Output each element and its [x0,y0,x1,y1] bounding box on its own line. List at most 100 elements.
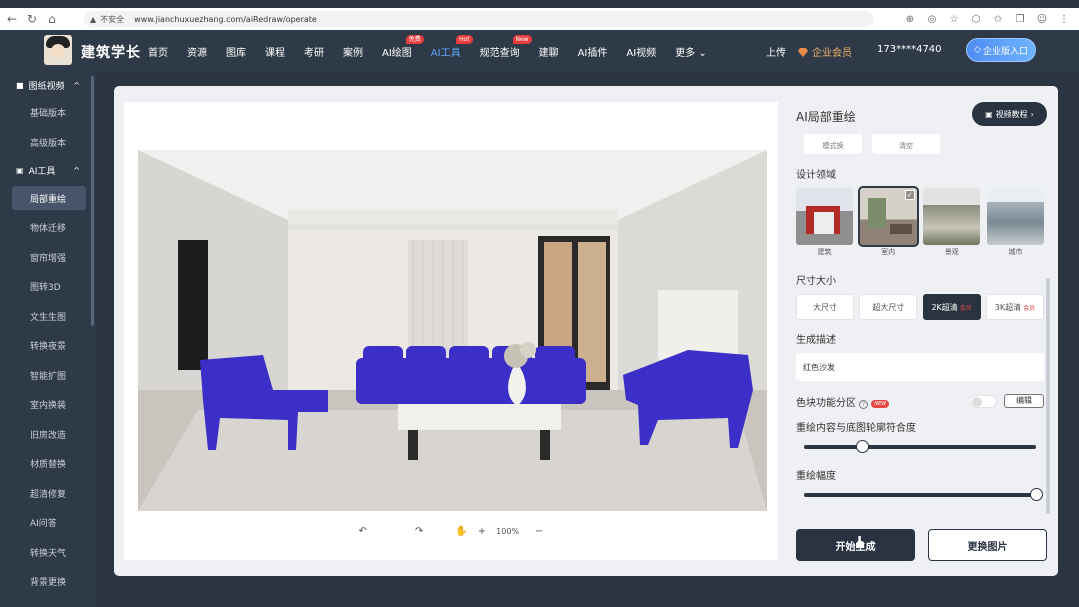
fit-slider[interactable] [804,440,1036,453]
sidebar-item[interactable]: 物体迁移 [0,213,96,243]
zoom-out-icon[interactable]: − [535,526,543,537]
upload-link[interactable]: 上传 [766,44,786,59]
avatar-logo[interactable] [44,35,72,65]
sidebar-item[interactable]: 智能扩图 [0,361,96,391]
domain-label-text: 室内 [881,248,896,256]
nav-label: 规范查询 [479,47,520,59]
nav-item[interactable]: 资源 [187,44,207,59]
sidebar-item[interactable]: 超清修复 [0,479,96,509]
generate-button[interactable]: 开始生成 [796,529,915,561]
sidebar-section-ai[interactable]: ▣ AI工具 ^ [0,157,96,183]
star-icon[interactable]: ☆ [943,14,965,25]
redo-icon[interactable]: ↷ [415,526,423,537]
nav-item[interactable]: 规范查询 New [479,34,532,59]
reload-icon[interactable]: ↻ [24,12,40,26]
sidebar-item[interactable]: 转换夜景 [0,331,96,361]
strength-slider-knob[interactable] [1030,488,1043,501]
enterprise-label: 企业版入口 [982,46,1028,57]
zoom-in-icon[interactable]: + [478,526,486,537]
color-zone-toggle[interactable] [970,395,997,408]
domain-landscape[interactable]: 景观 [923,188,981,260]
nav-label: 更多 [675,47,696,59]
hand-icon[interactable]: ✋ [455,526,467,537]
edit-button[interactable]: 编辑 [1004,394,1044,408]
interior-image [138,150,767,511]
size-options: 大尺寸 超大尺寸 2K超清 会员 3K超清 会员 [796,294,1044,320]
nav-item[interactable]: 更多 ⌄ [675,44,707,59]
sidebar-scrollbar[interactable] [91,76,94,326]
size-3k[interactable]: 3K超清 会员 [985,294,1044,320]
nav-item[interactable]: AI绘图 免费 [382,34,424,59]
sidebar-item[interactable]: 室内换装 [0,390,96,420]
back-icon[interactable]: ← [4,12,20,26]
extension-icon[interactable]: ⬡ [965,14,987,25]
sidebar-item[interactable]: 材质替换 [0,449,96,479]
nav-item[interactable]: AI插件 [578,44,608,59]
sidebar-item[interactable]: 背景更换 [0,567,96,597]
address-bar[interactable]: ▲ 不安全 www.jianchuxuezhang.com/aiRedraw/o… [84,11,874,27]
nav-item[interactable]: 图库 [226,44,246,59]
diamond-icon [798,48,808,57]
tutorial-button[interactable]: ▣ 视频教程 › [972,102,1047,126]
size-2k[interactable]: 2K超清 会员 [922,294,981,320]
favorites-icon[interactable]: ✩ [987,14,1009,25]
sidebar-item[interactable]: 局部重绘 [12,186,86,210]
section-label: 图纸视频 [28,81,65,92]
nav-item[interactable]: AI视频 [626,44,656,59]
nav-item[interactable]: 建聊 [539,44,559,59]
nav-item[interactable]: 考研 [304,44,324,59]
size-xlarge[interactable]: 超大尺寸 [859,294,918,320]
brand-name[interactable]: 建筑学长 [81,42,141,62]
url-text: www.jianchuxuezhang.com/aiRedraw/operate [134,14,317,24]
section-video-list: 基础版本 高级版本 [0,98,96,157]
description-input[interactable]: 红色沙发 [796,353,1044,381]
change-image-button[interactable]: 更换图片 [928,529,1047,561]
fit-slider-knob[interactable] [856,440,869,453]
sidebar-item[interactable]: AI问答 [0,508,96,538]
size-large[interactable]: 大尺寸 [796,294,854,320]
sidebar-item[interactable]: 高级版本 [0,128,96,158]
nav-item[interactable]: 案例 [343,44,363,59]
nav-item[interactable]: AI工具 Hot [431,34,473,59]
strength-slider[interactable] [804,488,1043,501]
domain-thumb [796,188,853,245]
chip-label: 模式换 [822,142,844,150]
section-label: AI工具 [28,166,56,177]
profile-icon[interactable]: ☺ [1031,14,1053,25]
fit-label: 重绘内容与底图轮廓符合度 [796,423,916,434]
help-icon[interactable]: ? [859,400,869,409]
sidebar-item[interactable]: 文生生图 [0,302,96,332]
new-tag: NEW [871,400,890,408]
domain-interior[interactable]: ✓ 室内 [857,186,919,260]
user-phone[interactable]: 173****4740 [877,44,942,55]
sidebar-item[interactable]: 基础版本 [0,98,96,128]
sidebar-item[interactable]: 图转3D [0,272,96,302]
sidebar-item[interactable]: 旧房改造 [0,420,96,450]
nav-item[interactable]: 课程 [265,44,285,59]
undo-icon[interactable]: ↶ [359,526,367,537]
check-icon: ✓ [904,190,915,200]
nav-item[interactable]: 首页 [148,44,168,59]
domain-architecture[interactable]: 建筑 [796,188,853,260]
zoom-icon[interactable]: ⊕ [899,14,921,25]
sidebar: ■ 图纸视频 ^ 基础版本 高级版本 ▣ AI工具 ^ 局部重绘 物体迁移 窗帘增强图… [0,72,96,607]
more-icon[interactable]: ⋮ [1053,14,1075,25]
canvas-panel: ↶ ↷ ✋ + 100% − [124,102,778,560]
domain-city[interactable]: 城市 [986,188,1044,260]
main-menu: 首页 资源 图库 课程 考研 案例 AI绘图 免费 AI工具 Hot 规范查询 New 建聊 AI插件 AI… [148,30,726,72]
desc-label: 生成描述 [796,335,836,346]
mode-chip-2[interactable]: 清空 [872,134,940,154]
enterprise-button[interactable]: ◇ 企业版入口 [966,38,1036,62]
home-icon[interactable]: ⌂ [44,12,60,26]
site-header: 建筑学长 首页 资源 图库 课程 考研 案例 AI绘图 免费 AI工具 Hot 规范查询 New 建聊 A… [0,30,1079,72]
translate-icon[interactable]: ◎ [921,14,943,25]
insecure-label: 不安全 [100,14,125,24]
collections-icon[interactable]: ❐ [1009,14,1031,25]
panel-scrollbar[interactable] [1046,278,1050,514]
sidebar-section-video[interactable]: ■ 图纸视频 ^ [0,72,96,98]
sidebar-item[interactable]: 窗帘增强 [0,243,96,273]
room-photo[interactable] [138,150,767,511]
vip-link[interactable]: 企业会员 [798,44,852,59]
mode-chip-1[interactable]: 模式换 [804,134,862,154]
sidebar-item[interactable]: 转换天气 [0,538,96,568]
